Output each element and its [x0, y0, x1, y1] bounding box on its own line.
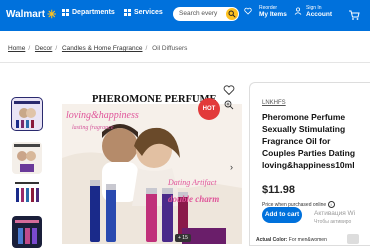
- account-link[interactable]: Sign In Account: [294, 5, 332, 18]
- reorder-link[interactable]: Reorder My Items: [244, 5, 287, 18]
- breadcrumb-candles[interactable]: Candles & Home Fragrance: [62, 45, 143, 52]
- image-script-4: double charm: [168, 194, 220, 204]
- logo-text: Walmart: [6, 9, 46, 20]
- spark-icon: ✳: [47, 9, 57, 21]
- product-title: Pheromone Perfume Sexually Stimulating F…: [262, 112, 356, 170]
- thumbnail-2[interactable]: [12, 142, 42, 174]
- favorite-button[interactable]: [223, 83, 235, 96]
- brand-link[interactable]: LNKHFS: [262, 100, 286, 106]
- account-big-text: Account: [306, 11, 332, 18]
- services-icon: [124, 9, 131, 16]
- actual-color-value: For men&women: [288, 237, 327, 243]
- next-image-chevron-icon[interactable]: ›: [230, 162, 233, 172]
- search-button[interactable]: [226, 8, 238, 20]
- cart-button[interactable]: [348, 8, 360, 26]
- departments-button[interactable]: Departments: [62, 9, 115, 16]
- departments-label: Departments: [72, 9, 115, 16]
- thumbnail-image: [12, 178, 42, 210]
- breadcrumb-decor[interactable]: Decor: [35, 45, 52, 52]
- hot-badge: HOT: [198, 98, 220, 120]
- zoom-icon: [224, 100, 234, 110]
- image-script-1: loving&happiness: [66, 110, 139, 121]
- image-script-2: lasting fragrance: [72, 125, 114, 131]
- info-icon[interactable]: i: [327, 201, 335, 208]
- divider: [0, 62, 370, 63]
- heart-icon: [223, 85, 235, 96]
- image-headline: PHEROMONE PERFUME: [92, 94, 217, 105]
- activation-watermark-sub: Чтобы активиро: [314, 219, 352, 225]
- actual-color: Actual Color: For men&women: [256, 237, 327, 243]
- top-header: Walmart ✳ Departments Services Search ev…: [0, 0, 370, 31]
- image-script-3: Dating Artifact: [168, 178, 217, 187]
- breadcrumb: Home / Decor / Candles & Home Fragrance / O…: [8, 45, 187, 52]
- breadcrumb-current: Oil Diffusers: [152, 45, 188, 52]
- product-main-image[interactable]: PHEROMONE PERFUME HOT loving&happiness l…: [62, 88, 242, 244]
- breadcrumb-separator: /: [55, 45, 58, 52]
- breadcrumb-separator: /: [145, 45, 148, 52]
- actual-color-label: Actual Color:: [256, 237, 288, 243]
- breadcrumb-separator: /: [28, 45, 31, 52]
- user-icon: [294, 7, 302, 15]
- product-price: $11.98: [262, 184, 296, 196]
- reorder-big-text: My Items: [259, 11, 287, 18]
- search-icon: [228, 10, 236, 18]
- zoom-button[interactable]: [224, 97, 234, 115]
- search-input[interactable]: Search every: [173, 7, 239, 21]
- thumbnail-1[interactable]: [11, 97, 43, 131]
- thumbnail-image: [12, 98, 42, 130]
- search-placeholder: Search every: [179, 10, 218, 17]
- thumbnail-3[interactable]: [12, 178, 42, 210]
- walmart-logo[interactable]: Walmart ✳: [6, 8, 56, 21]
- services-label: Services: [134, 9, 163, 16]
- breadcrumb-home[interactable]: Home: [8, 45, 25, 52]
- services-button[interactable]: Services: [124, 9, 163, 16]
- heart-outline-icon: [244, 7, 252, 15]
- image-count-badge[interactable]: + 15: [175, 234, 191, 242]
- thumbnail-image: [12, 216, 42, 248]
- product-info-panel: LNKHFS Pheromone Perfume Sexually Stimul…: [249, 82, 370, 246]
- thumbnail-image: [12, 142, 42, 174]
- cart-icon: [349, 10, 360, 20]
- grid-icon: [62, 9, 69, 16]
- thumbnail-4[interactable]: [12, 216, 42, 248]
- add-to-cart-button[interactable]: Add to cart: [262, 207, 302, 223]
- activation-watermark: Активация Wi: [314, 210, 356, 217]
- chat-icon[interactable]: [347, 234, 359, 244]
